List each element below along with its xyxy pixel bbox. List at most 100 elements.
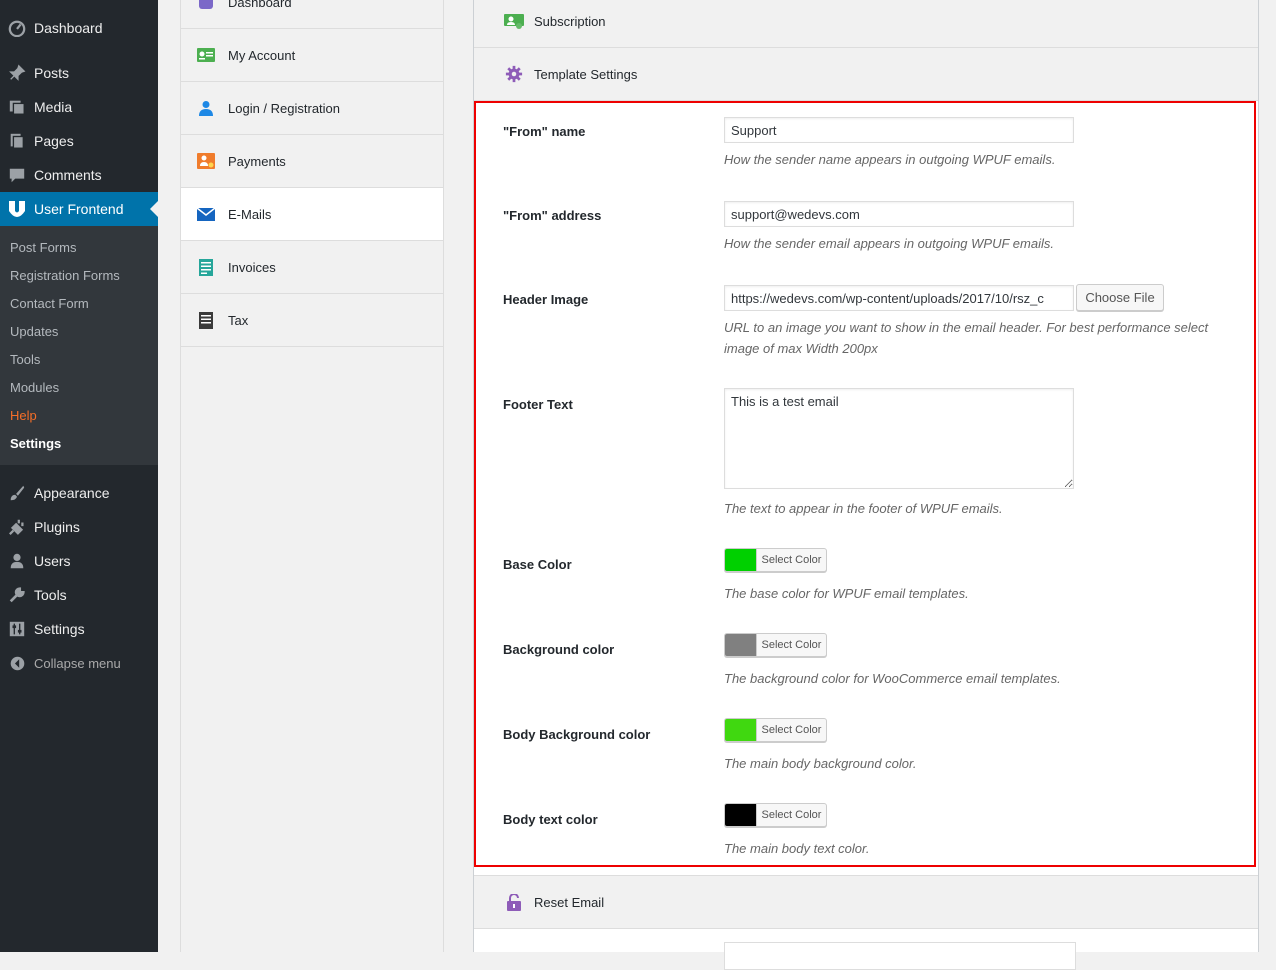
- header-image-description: URL to an image you want to show in the …: [724, 320, 1209, 356]
- body-text-color-description: The main body text color.: [724, 841, 870, 856]
- from-name-input[interactable]: [724, 117, 1074, 143]
- gear-icon: [504, 65, 524, 83]
- tab-emails[interactable]: E-Mails: [181, 188, 443, 241]
- section-reset-email-label: Reset Email: [534, 894, 605, 910]
- brush-icon: [6, 484, 28, 502]
- settings-tabs: Dashboard My Account Login / Registratio…: [180, 0, 444, 952]
- submenu-settings[interactable]: Settings: [10, 436, 61, 451]
- background-color-select-label: Select Color: [761, 639, 822, 651]
- menu-comments-label: Comments: [34, 167, 102, 183]
- invoice-icon: [196, 258, 216, 276]
- tab-tax-label: Tax: [228, 312, 249, 328]
- from-address-description: How the sender email appears in outgoing…: [724, 236, 1054, 251]
- plug-icon: [6, 518, 28, 536]
- body-text-color-swatch: [725, 804, 757, 826]
- menu-user-frontend-label: User Frontend: [34, 201, 124, 217]
- submenu-help[interactable]: Help: [10, 408, 37, 423]
- base-color-swatch: [725, 549, 757, 571]
- collapse-menu-button[interactable]: Collapse menu: [0, 646, 158, 680]
- tab-login-registration-label: Login / Registration: [228, 100, 341, 116]
- base-color-select-label: Select Color: [761, 554, 822, 566]
- background-color-picker[interactable]: Select Color: [724, 633, 827, 657]
- reset-email-subject-input[interactable]: [724, 942, 1076, 970]
- collapse-arrow-icon: [6, 655, 28, 672]
- pin-icon: [6, 64, 28, 82]
- base-color-label: Base Color: [503, 557, 572, 572]
- header-image-label: Header Image: [503, 292, 589, 307]
- collapse-menu-label: Collapse menu: [34, 655, 121, 671]
- tab-tax[interactable]: Tax: [181, 294, 443, 347]
- body-background-color-swatch: [725, 719, 757, 741]
- menu-comments[interactable]: Comments: [0, 158, 158, 192]
- menu-tools[interactable]: Tools: [0, 578, 158, 612]
- body-background-color-select-label: Select Color: [761, 724, 822, 736]
- menu-dashboard[interactable]: Dashboard: [0, 11, 158, 45]
- tab-payments-label: Payments: [228, 153, 286, 169]
- base-color-description: The base color for WPUF email templates.: [724, 586, 969, 601]
- submenu-updates[interactable]: Updates: [10, 324, 58, 339]
- submenu-contact-form[interactable]: Contact Form: [10, 296, 89, 311]
- background-color-description: The background color for WooCommerce ema…: [724, 671, 1061, 686]
- menu-media-label: Media: [34, 99, 73, 115]
- from-address-input[interactable]: [724, 201, 1074, 227]
- comment-icon: [6, 166, 28, 184]
- body-background-color-picker[interactable]: Select Color: [724, 718, 827, 742]
- section-template-settings[interactable]: Template Settings: [474, 48, 1258, 101]
- submenu-tools[interactable]: Tools: [10, 352, 40, 367]
- tab-my-account[interactable]: My Account: [181, 29, 443, 82]
- menu-pages-label: Pages: [34, 133, 74, 149]
- background-color-swatch: [725, 634, 757, 656]
- submenu-modules[interactable]: Modules: [10, 380, 59, 395]
- menu-user-frontend[interactable]: User Frontend: [0, 192, 158, 226]
- dashboard-icon: [6, 19, 28, 37]
- menu-posts[interactable]: Posts: [0, 56, 158, 90]
- menu-users-label: Users: [34, 553, 71, 569]
- menu-plugins-label: Plugins: [34, 519, 80, 535]
- header-image-url-input[interactable]: [724, 285, 1074, 311]
- menu-media[interactable]: Media: [0, 90, 158, 124]
- footer-text-description: The text to appear in the footer of WPUF…: [724, 501, 1003, 516]
- menu-tools-label: Tools: [34, 587, 67, 603]
- unlock-icon: [504, 893, 524, 911]
- user-icon: [6, 552, 28, 570]
- background-color-label: Background color: [503, 642, 615, 657]
- menu-pages[interactable]: Pages: [0, 124, 158, 158]
- body-text-color-select-label: Select Color: [761, 809, 822, 821]
- tab-my-account-label: My Account: [228, 47, 296, 63]
- from-address-label: "From" address: [503, 208, 602, 223]
- footer-text-label: Footer Text: [503, 397, 573, 412]
- envelope-icon: [196, 207, 216, 221]
- from-name-description: How the sender name appears in outgoing …: [724, 152, 1056, 167]
- tab-dashboard[interactable]: Dashboard: [181, 0, 443, 29]
- menu-settings[interactable]: Settings: [0, 612, 158, 646]
- tab-invoices[interactable]: Invoices: [181, 241, 443, 294]
- submenu-post-forms[interactable]: Post Forms: [10, 240, 76, 255]
- admin-sidebar: Dashboard Posts Media Pages Comments Use…: [0, 0, 158, 952]
- pages-icon: [6, 132, 28, 150]
- body-text-color-picker[interactable]: Select Color: [724, 803, 827, 827]
- id-card-icon: [196, 48, 216, 62]
- base-color-picker[interactable]: Select Color: [724, 548, 827, 572]
- submenu-registration-forms[interactable]: Registration Forms: [10, 268, 120, 283]
- section-subscription[interactable]: Subscription: [474, 0, 1258, 48]
- menu-plugins[interactable]: Plugins: [0, 510, 158, 544]
- menu-appearance-label: Appearance: [34, 485, 110, 501]
- tab-dashboard-label: Dashboard: [228, 0, 292, 10]
- sliders-icon: [6, 620, 28, 638]
- body-background-color-label: Body Background color: [503, 727, 651, 742]
- tab-invoices-label: Invoices: [228, 259, 276, 275]
- tab-login-registration[interactable]: Login / Registration: [181, 82, 443, 135]
- menu-users[interactable]: Users: [0, 544, 158, 578]
- choose-file-button[interactable]: Choose File: [1076, 284, 1164, 311]
- from-name-label: "From" name: [503, 124, 586, 139]
- dashboard-tab-icon: [196, 0, 216, 10]
- section-reset-email[interactable]: Reset Email: [474, 875, 1258, 929]
- tab-payments[interactable]: Payments: [181, 135, 443, 188]
- wrench-icon: [6, 586, 28, 604]
- menu-posts-label: Posts: [34, 65, 70, 81]
- media-icon: [6, 98, 28, 116]
- footer-text-textarea[interactable]: This is a test email: [724, 388, 1074, 489]
- menu-appearance[interactable]: Appearance: [0, 476, 158, 510]
- payment-icon: [196, 153, 216, 169]
- tab-emails-label: E-Mails: [228, 206, 272, 222]
